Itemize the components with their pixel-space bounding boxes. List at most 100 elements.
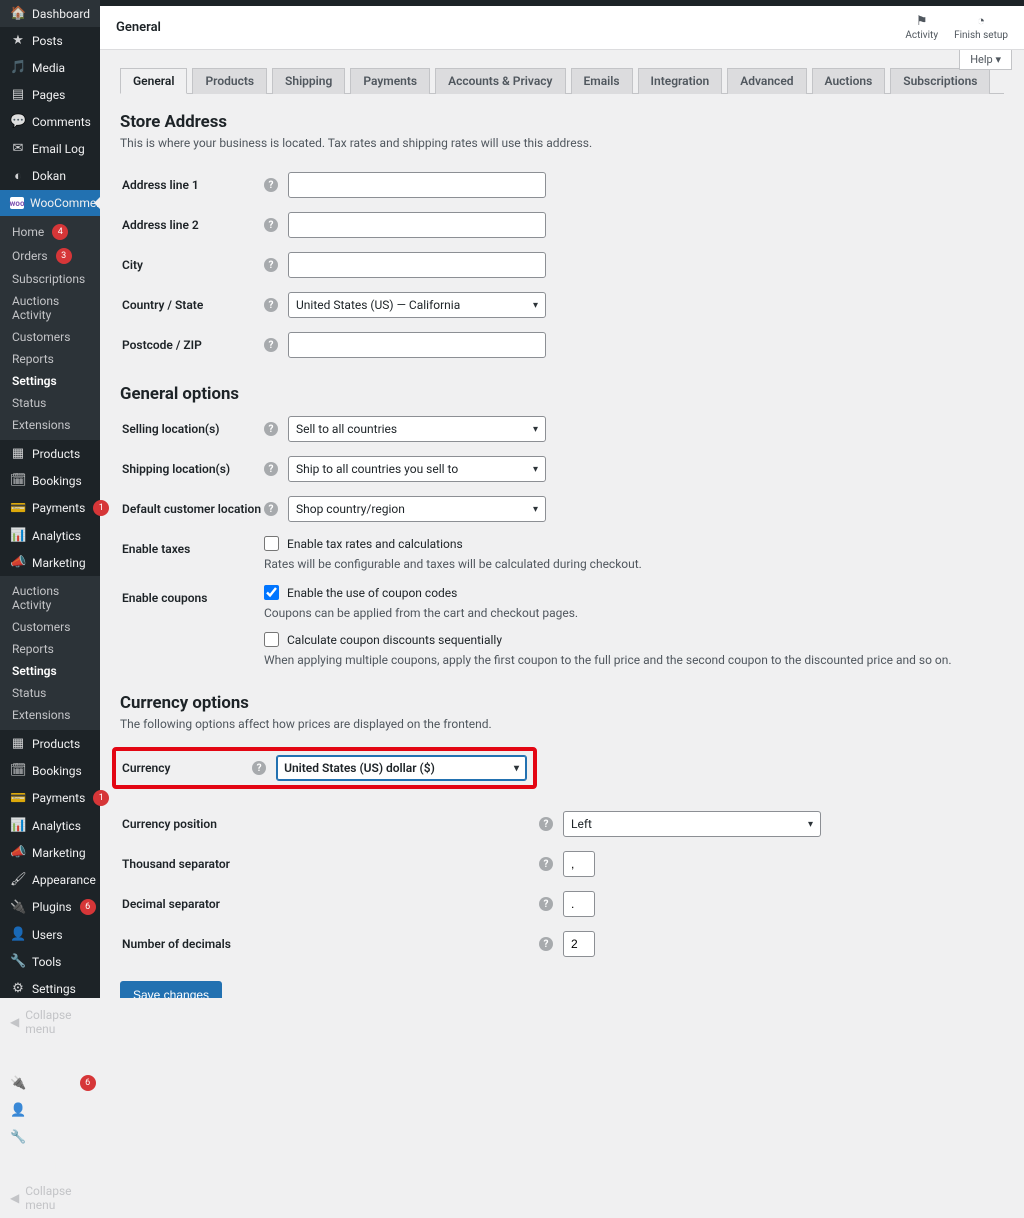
- num-decimals-input[interactable]: [563, 931, 595, 957]
- nav-plugins-2[interactable]: 🔌Plugins6: [0, 1069, 100, 1097]
- nav-tools[interactable]: 🔧Tools: [0, 948, 100, 975]
- default-loc-select[interactable]: Shop country/region ▾: [288, 496, 546, 522]
- help-icon[interactable]: ?: [264, 178, 278, 192]
- help-icon[interactable]: ?: [264, 338, 278, 352]
- header-finish-setup-button[interactable]: ◔Finish setup: [954, 15, 1008, 41]
- wc-sub-settings[interactable]: Settings: [0, 370, 100, 392]
- tab-advanced[interactable]: Advanced: [727, 68, 806, 94]
- mk-sub-customers[interactable]: Customers: [0, 616, 100, 638]
- currency-position-label: Currency position: [122, 805, 537, 843]
- wc-sub-reports[interactable]: Reports: [0, 348, 100, 370]
- nav-woocommerce[interactable]: wooWooCommerce: [0, 190, 100, 216]
- tab-general[interactable]: General: [120, 68, 187, 94]
- wc-sub-auctions-activity[interactable]: Auctions Activity: [0, 290, 100, 326]
- nav-comments[interactable]: 💬Comments: [0, 108, 100, 135]
- nav-users-2[interactable]: 👤Users: [0, 1097, 100, 1124]
- currency-select[interactable]: United States (US) dollar ($) ▾: [276, 755, 527, 781]
- help-icon[interactable]: ?: [539, 937, 553, 951]
- help-icon[interactable]: ?: [264, 462, 278, 476]
- selling-loc-select[interactable]: Sell to all countries ▾: [288, 416, 546, 442]
- plugins2-badge: 6: [80, 1075, 96, 1091]
- currency-label: Currency ? United States (US) dollar ($)…: [122, 747, 537, 789]
- nav-email-log[interactable]: ✉Email Log: [0, 135, 100, 162]
- nav-payments[interactable]: 💳Payments1: [0, 494, 100, 522]
- nav-marketing-2[interactable]: 📣Marketing: [0, 839, 100, 866]
- decimal-sep-input[interactable]: [563, 891, 595, 917]
- tab-accounts-privacy[interactable]: Accounts & Privacy: [435, 68, 565, 94]
- collapse-menu[interactable]: ◀Collapse menu: [0, 1002, 100, 1042]
- help-icon[interactable]: ?: [252, 761, 266, 775]
- nav-marketing[interactable]: 📣Marketing: [0, 549, 100, 576]
- posts-icon: ★: [10, 33, 26, 48]
- bookings-icon: 🗓: [10, 763, 26, 778]
- tab-emails[interactable]: Emails: [571, 68, 633, 94]
- marketing-icon: 📣: [10, 555, 26, 570]
- wc-sub-extensions[interactable]: Extensions: [0, 414, 100, 436]
- shipping-loc-select[interactable]: Ship to all countries you sell to ▾: [288, 456, 546, 482]
- collapse-icon: ◀: [10, 1191, 19, 1205]
- nav-media[interactable]: 🎵Media: [0, 54, 100, 81]
- comments-icon: 💬: [10, 114, 26, 129]
- nav-appearance-2[interactable]: 🖌Appearance: [0, 1042, 100, 1069]
- wc-sub-status[interactable]: Status: [0, 392, 100, 414]
- country-label: Country / State: [122, 286, 262, 324]
- postcode-input[interactable]: [288, 332, 546, 358]
- nav-users[interactable]: 👤Users: [0, 921, 100, 948]
- help-icon[interactable]: ?: [264, 502, 278, 516]
- help-icon[interactable]: ?: [264, 422, 278, 436]
- enable-coupons-checkbox[interactable]: [264, 585, 279, 600]
- tab-products[interactable]: Products: [192, 68, 267, 94]
- tab-subscriptions[interactable]: Subscriptions: [890, 68, 990, 94]
- nav-bookings-2[interactable]: 🗓Bookings: [0, 757, 100, 784]
- currency-position-select[interactable]: Left ▾: [563, 811, 821, 837]
- help-icon[interactable]: ?: [539, 897, 553, 911]
- nav-analytics[interactable]: 📊Analytics: [0, 522, 100, 549]
- header-activity-button[interactable]: ⚑Activity: [905, 15, 938, 41]
- wc-sub-customers[interactable]: Customers: [0, 326, 100, 348]
- help-icon[interactable]: ?: [264, 258, 278, 272]
- wc-sub-home[interactable]: Home4: [0, 220, 100, 244]
- help-icon[interactable]: ?: [539, 857, 553, 871]
- city-input[interactable]: [288, 252, 546, 278]
- nav-plugins[interactable]: 🔌Plugins6: [0, 893, 100, 921]
- address1-input[interactable]: [288, 172, 546, 198]
- settings-tabs: General Products Shipping Payments Accou…: [120, 68, 1004, 94]
- nav-settings-2[interactable]: ⚙Settings: [0, 1151, 100, 1178]
- selling-loc-label: Selling location(s): [122, 410, 262, 448]
- tab-payments[interactable]: Payments: [350, 68, 430, 94]
- nav-dashboard[interactable]: 🏠Dashboard: [0, 0, 100, 27]
- enable-taxes-checkbox[interactable]: [264, 536, 279, 551]
- plugins-icon: 🔌: [10, 1076, 26, 1091]
- wc-sub-orders[interactable]: Orders3: [0, 244, 100, 268]
- nav-tools-2[interactable]: 🔧Tools: [0, 1124, 100, 1151]
- nav-bookings[interactable]: 🗓Bookings: [0, 467, 100, 494]
- address2-input[interactable]: [288, 212, 546, 238]
- tab-integration[interactable]: Integration: [638, 68, 723, 94]
- tab-shipping[interactable]: Shipping: [272, 68, 345, 94]
- nav-analytics-2[interactable]: 📊Analytics: [0, 812, 100, 839]
- help-dropdown[interactable]: Help ▾: [959, 50, 1012, 70]
- mk-sub-extensions[interactable]: Extensions: [0, 704, 100, 726]
- mk-sub-reports[interactable]: Reports: [0, 638, 100, 660]
- nav-dokan[interactable]: ◐Dokan: [0, 162, 100, 190]
- thousand-sep-input[interactable]: [563, 851, 595, 877]
- mk-sub-status[interactable]: Status: [0, 682, 100, 704]
- save-changes-button[interactable]: Save changes: [120, 981, 222, 998]
- address2-label: Address line 2: [122, 206, 262, 244]
- nav-posts[interactable]: ★Posts: [0, 27, 100, 54]
- mk-sub-settings[interactable]: Settings: [0, 660, 100, 682]
- country-select[interactable]: United States (US) — California ▾: [288, 292, 546, 318]
- nav-products[interactable]: ▦Products: [0, 440, 100, 467]
- tab-auctions[interactable]: Auctions: [812, 68, 886, 94]
- help-icon[interactable]: ?: [264, 298, 278, 312]
- wc-sub-subscriptions[interactable]: Subscriptions: [0, 268, 100, 290]
- nav-appearance[interactable]: 🖌Appearance: [0, 866, 100, 893]
- help-icon[interactable]: ?: [264, 218, 278, 232]
- collapse-menu-2[interactable]: ◀Collapse menu: [0, 1178, 100, 1218]
- nav-payments-2[interactable]: 💳Payments1: [0, 784, 100, 812]
- sequential-coupons-checkbox[interactable]: [264, 632, 279, 647]
- nav-products-2[interactable]: ▦Products: [0, 730, 100, 757]
- nav-pages[interactable]: ▤Pages: [0, 81, 100, 108]
- help-icon[interactable]: ?: [539, 817, 553, 831]
- mk-sub-auctions-activity[interactable]: Auctions Activity: [0, 580, 100, 616]
